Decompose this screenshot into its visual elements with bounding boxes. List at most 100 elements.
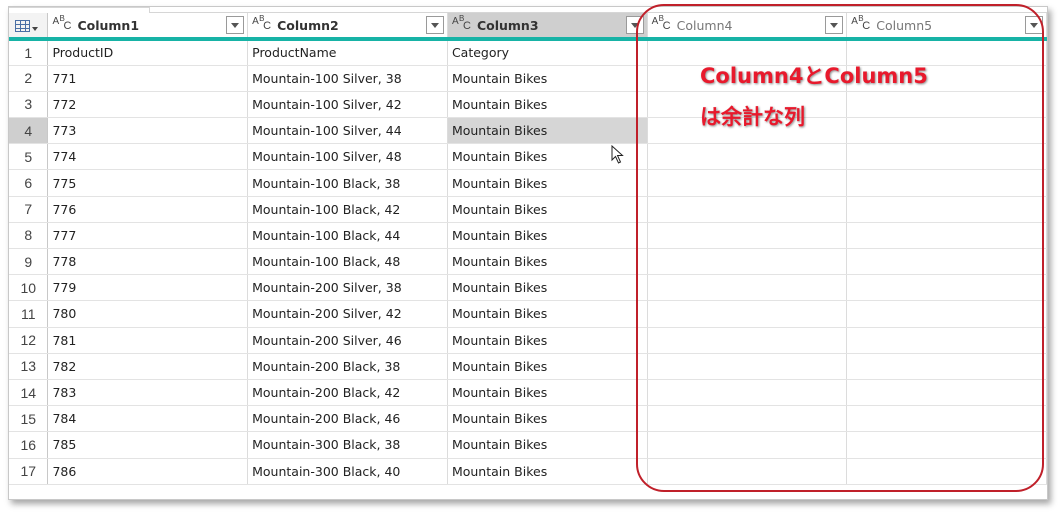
table-cell[interactable] bbox=[846, 379, 1047, 407]
table-cell[interactable]: 777 bbox=[47, 222, 249, 250]
filter-dropdown-button[interactable] bbox=[226, 16, 245, 34]
table-cell[interactable]: 782 bbox=[47, 353, 249, 380]
column-header-2[interactable]: ABC Column2 bbox=[247, 13, 448, 41]
table-cell[interactable]: 780 bbox=[47, 300, 249, 328]
table-cell[interactable] bbox=[647, 143, 848, 171]
text-type-icon[interactable]: ABC bbox=[850, 14, 872, 34]
row-number[interactable]: 11 bbox=[9, 300, 49, 328]
table-cell[interactable] bbox=[647, 196, 848, 223]
row-number[interactable]: 13 bbox=[9, 353, 49, 380]
table-cell[interactable]: Mountain Bikes bbox=[447, 458, 648, 485]
table-cell[interactable]: Mountain Bikes bbox=[447, 222, 648, 250]
table-cell[interactable] bbox=[846, 143, 1047, 171]
table-cell[interactable]: Mountain-100 Black, 42 bbox=[247, 196, 448, 223]
row-number[interactable]: 12 bbox=[9, 327, 49, 354]
table-cell[interactable] bbox=[846, 405, 1047, 433]
table-cell[interactable]: 786 bbox=[47, 458, 249, 485]
table-cell[interactable] bbox=[846, 458, 1047, 485]
table-cell[interactable]: Mountain-200 Silver, 42 bbox=[247, 300, 448, 328]
text-type-icon[interactable]: ABC bbox=[51, 14, 73, 34]
table-cell[interactable]: Mountain-100 Black, 38 bbox=[247, 169, 448, 197]
table-cell[interactable] bbox=[846, 353, 1047, 380]
table-cell[interactable] bbox=[846, 248, 1047, 276]
table-cell[interactable]: Mountain Bikes bbox=[447, 196, 648, 223]
table-cell[interactable]: ProductName bbox=[247, 39, 448, 66]
table-cell[interactable] bbox=[647, 169, 848, 197]
table-cell[interactable] bbox=[647, 458, 848, 485]
table-cell[interactable] bbox=[846, 327, 1047, 354]
row-number[interactable]: 10 bbox=[9, 274, 49, 302]
column-header-5[interactable]: ABC Column5 bbox=[846, 13, 1047, 41]
table-cell[interactable]: 785 bbox=[47, 431, 249, 459]
row-number[interactable]: 15 bbox=[9, 405, 49, 433]
table-cell[interactable]: Mountain-100 Black, 44 bbox=[247, 222, 448, 250]
table-cell[interactable] bbox=[846, 169, 1047, 197]
table-cell[interactable] bbox=[647, 379, 848, 407]
table-cell[interactable]: 774 bbox=[47, 143, 249, 171]
table-cell[interactable]: Mountain Bikes bbox=[447, 405, 648, 433]
table-cell[interactable]: Mountain Bikes bbox=[447, 248, 648, 276]
row-number[interactable]: 1 bbox=[9, 39, 49, 66]
table-cell[interactable]: Mountain Bikes bbox=[447, 274, 648, 302]
table-cell[interactable]: Mountain Bikes bbox=[447, 379, 648, 407]
table-cell[interactable]: Mountain Bikes bbox=[447, 117, 648, 145]
table-cell[interactable]: ProductID bbox=[47, 39, 249, 66]
column-header-3[interactable]: ABC Column3 bbox=[447, 13, 648, 41]
table-cell[interactable] bbox=[846, 222, 1047, 250]
table-cell[interactable]: 783 bbox=[47, 379, 249, 407]
table-cell[interactable]: 778 bbox=[47, 248, 249, 276]
row-number[interactable]: 5 bbox=[9, 143, 49, 171]
table-cell[interactable] bbox=[647, 327, 848, 354]
table-cell[interactable]: Mountain-300 Black, 40 bbox=[247, 458, 448, 485]
table-cell[interactable] bbox=[846, 274, 1047, 302]
table-cell[interactable]: Category bbox=[447, 39, 648, 66]
table-cell[interactable]: 775 bbox=[47, 169, 249, 197]
table-cell[interactable]: Mountain Bikes bbox=[447, 353, 648, 380]
table-cell[interactable] bbox=[846, 91, 1047, 119]
table-cell[interactable]: 781 bbox=[47, 327, 249, 354]
table-cell[interactable]: 771 bbox=[47, 65, 249, 92]
filter-dropdown-button[interactable] bbox=[625, 16, 644, 34]
table-cell[interactable]: Mountain-200 Black, 42 bbox=[247, 379, 448, 407]
table-cell[interactable]: Mountain-300 Black, 38 bbox=[247, 431, 448, 459]
table-cell[interactable]: Mountain-100 Silver, 38 bbox=[247, 65, 448, 92]
table-cell[interactable]: Mountain-100 Silver, 48 bbox=[247, 143, 448, 171]
row-number[interactable]: 7 bbox=[9, 196, 49, 223]
table-cell[interactable]: 776 bbox=[47, 196, 249, 223]
table-cell[interactable]: Mountain Bikes bbox=[447, 300, 648, 328]
table-cell[interactable]: Mountain Bikes bbox=[447, 327, 648, 354]
table-cell[interactable]: Mountain Bikes bbox=[447, 65, 648, 92]
table-cell[interactable]: Mountain Bikes bbox=[447, 431, 648, 459]
table-cell[interactable] bbox=[846, 196, 1047, 223]
table-menu-button[interactable] bbox=[9, 13, 49, 41]
table-cell[interactable] bbox=[647, 300, 848, 328]
table-cell[interactable]: 779 bbox=[47, 274, 249, 302]
table-cell[interactable] bbox=[647, 405, 848, 433]
table-cell[interactable]: 784 bbox=[47, 405, 249, 433]
table-cell[interactable]: Mountain Bikes bbox=[447, 91, 648, 119]
column-header-4[interactable]: ABC Column4 bbox=[647, 13, 848, 41]
row-number[interactable]: 17 bbox=[9, 458, 49, 485]
text-type-icon[interactable]: ABC bbox=[651, 14, 673, 34]
text-type-icon[interactable]: ABC bbox=[251, 14, 273, 34]
table-cell[interactable]: Mountain-200 Silver, 38 bbox=[247, 274, 448, 302]
table-cell[interactable]: Mountain Bikes bbox=[447, 169, 648, 197]
row-number[interactable]: 8 bbox=[9, 222, 49, 250]
text-type-icon[interactable]: ABC bbox=[451, 14, 473, 34]
table-cell[interactable] bbox=[647, 431, 848, 459]
filter-dropdown-button[interactable] bbox=[825, 16, 844, 34]
table-cell[interactable] bbox=[647, 353, 848, 380]
table-cell[interactable]: Mountain-200 Black, 38 bbox=[247, 353, 448, 380]
row-number[interactable]: 16 bbox=[9, 431, 49, 459]
row-number[interactable]: 6 bbox=[9, 169, 49, 197]
table-cell[interactable]: 772 bbox=[47, 91, 249, 119]
row-number[interactable]: 14 bbox=[9, 379, 49, 407]
row-number[interactable]: 4 bbox=[9, 117, 49, 145]
table-cell[interactable]: Mountain-100 Silver, 44 bbox=[247, 117, 448, 145]
table-cell[interactable] bbox=[846, 117, 1047, 145]
filter-dropdown-button[interactable] bbox=[1025, 16, 1043, 34]
table-cell[interactable] bbox=[647, 274, 848, 302]
table-cell[interactable]: Mountain-100 Black, 48 bbox=[247, 248, 448, 276]
row-number[interactable]: 3 bbox=[9, 91, 49, 119]
table-cell[interactable] bbox=[846, 431, 1047, 459]
